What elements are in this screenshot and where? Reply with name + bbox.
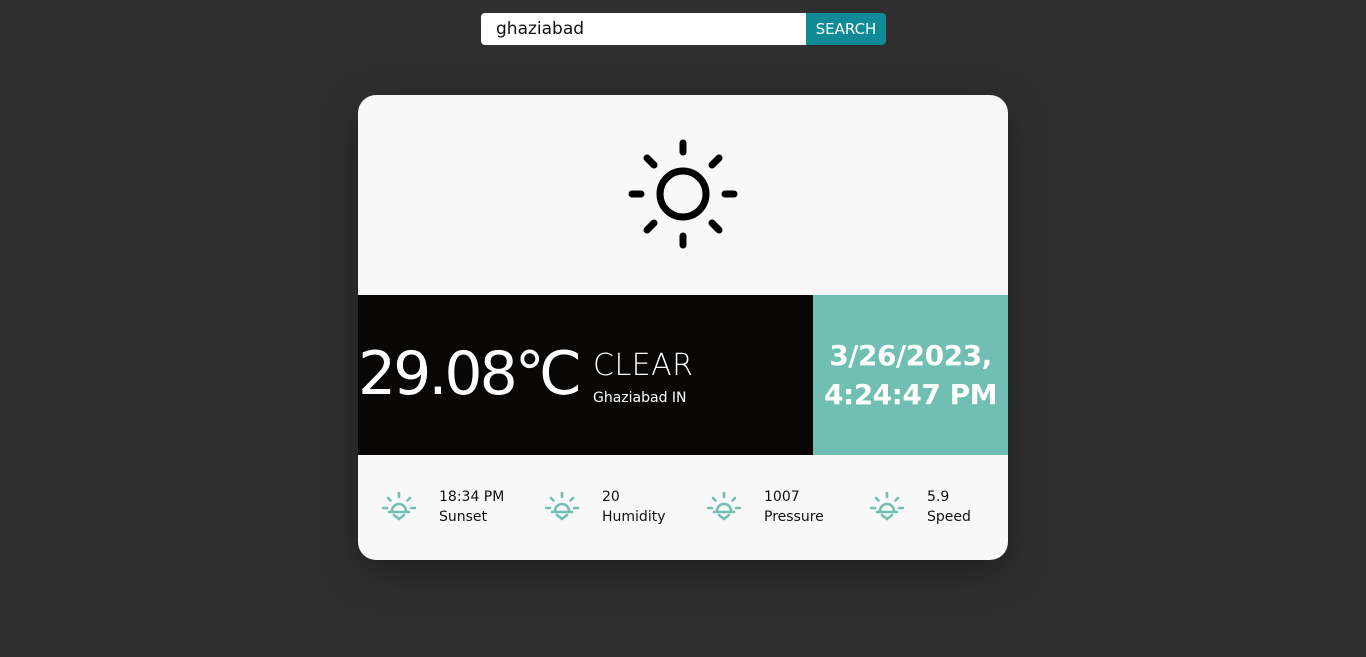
weather-stats: 18:34 PM Sunset 20 Humidity 1007 Pressur… (358, 455, 1008, 560)
datetime: 3/26/2023, 4:24:47 PM (824, 336, 997, 414)
search-button[interactable]: SEARCH (806, 13, 886, 45)
stat-label: Humidity (602, 509, 666, 525)
sun-icon (628, 139, 738, 249)
weather-location: Ghaziabad IN (593, 390, 687, 406)
stat-value: 5.9 (927, 489, 950, 505)
sunset-icon (707, 491, 741, 521)
stat-label: Speed (927, 509, 971, 525)
stat-value: 18:34 PM (439, 489, 505, 505)
sunset-icon (545, 491, 579, 521)
datetime-panel: 3/26/2023, 4:24:47 PM (813, 295, 1008, 455)
temperature-panel: 29.08℃ CLEAR Ghaziabad IN (358, 295, 813, 455)
weather-condition: CLEAR (593, 348, 694, 383)
stat-label: Pressure (764, 509, 824, 525)
sunset-icon (382, 491, 416, 521)
search-bar: SEARCH (481, 13, 886, 45)
search-input[interactable] (481, 13, 806, 45)
stat-label: Sunset (439, 509, 488, 525)
weather-card: 29.08℃ CLEAR Ghaziabad IN 3/26/2023, 4:2… (358, 95, 1008, 560)
date-text: 3/26/2023, (829, 339, 992, 372)
weather-info-band: 29.08℃ CLEAR Ghaziabad IN 3/26/2023, 4:2… (358, 295, 1008, 455)
stat-value: 1007 (764, 489, 800, 505)
sunset-icon (870, 491, 904, 521)
stat-value: 20 (602, 489, 620, 505)
weather-icon-area (358, 95, 1008, 295)
time-text: 4:24:47 PM (824, 378, 997, 411)
temperature-value: 29.08℃ (358, 339, 582, 409)
